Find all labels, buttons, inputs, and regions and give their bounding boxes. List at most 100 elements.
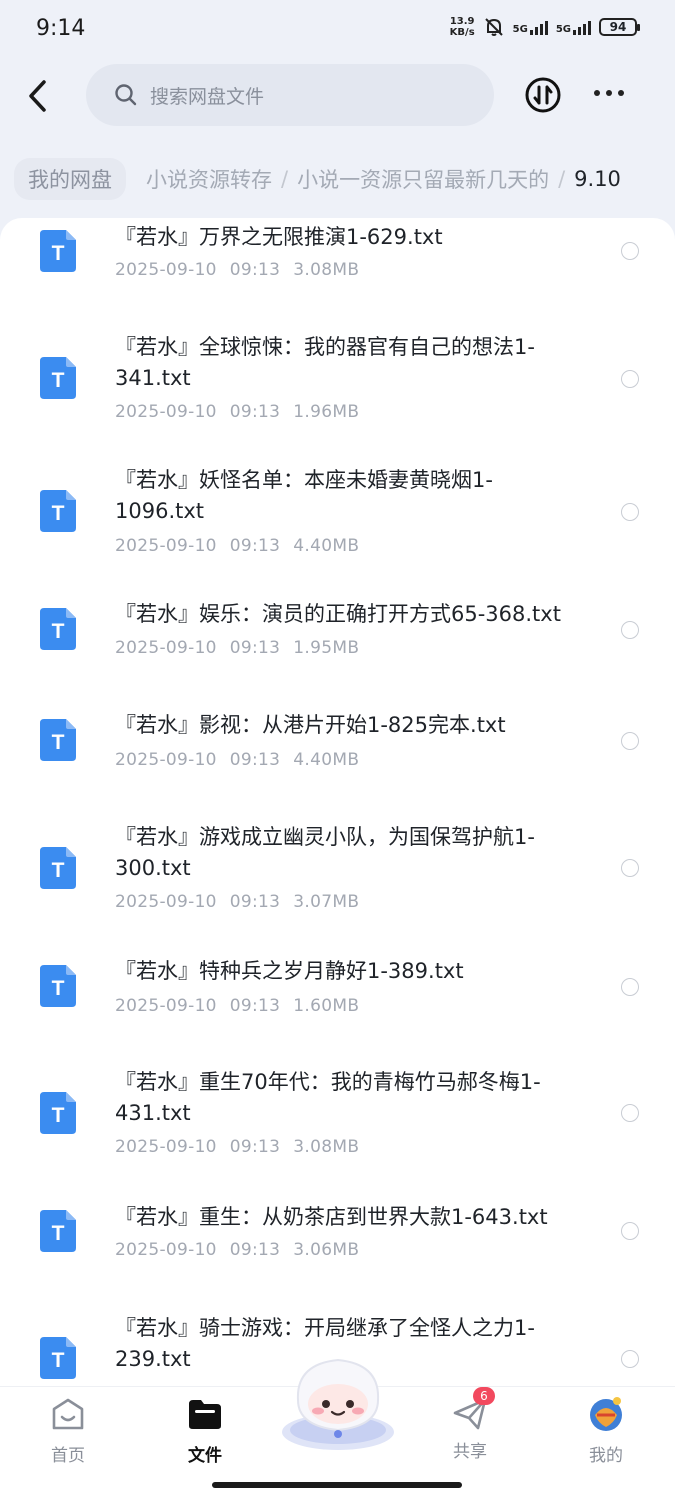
breadcrumb-root[interactable]: 我的网盘 [14,158,126,200]
file-meta: 2025-09-10 09:13 1.95MB [115,638,372,658]
signal-bars-icon [573,19,591,35]
file-date: 2025-09-10 [115,402,217,422]
top-bar: 搜索网盘文件 [0,62,675,128]
file-name: 『若水』重生：从奶茶店到世界大款1-643.txt [115,1205,548,1229]
file-time: 09:13 [229,638,281,658]
svg-text:T: T [52,977,65,1000]
file-time: 09:13 [229,402,281,422]
tab-files[interactable]: 文件 [165,1395,245,1466]
file-meta: 2025-09-10 09:13 3.08MB [115,1137,372,1157]
transfer-icon[interactable] [524,76,562,114]
svg-text:T: T [52,242,65,265]
txt-file-icon: T [40,1092,76,1134]
file-time: 09:13 [229,750,281,770]
select-checkbox[interactable] [621,1350,639,1368]
tab-label: 共享 [453,1442,487,1462]
file-name: 『若水』影视：从港片开始1-825完本.txt [115,713,506,737]
select-checkbox[interactable] [621,978,639,996]
file-date: 2025-09-10 [115,996,217,1016]
svg-text:T: T [52,1104,65,1127]
file-meta: 2025-09-10 09:13 1.60MB [115,996,372,1016]
txt-file-icon: T [40,357,76,399]
file-name: 『若水』万界之无限推演1-629.txt [115,225,443,249]
file-meta: 2025-09-10 09:13 4.40MB [115,536,372,556]
file-time: 09:13 [229,996,281,1016]
file-date: 2025-09-10 [115,1240,217,1260]
svg-text:T: T [52,620,65,643]
more-icon[interactable] [594,90,624,96]
file-size: 3.08MB [293,260,360,280]
svg-text:T: T [52,502,65,525]
select-checkbox[interactable] [621,621,639,639]
file-name: 『若水』游戏成立幽灵小队，为国保驾护航1-300.txt [115,825,535,880]
file-date: 2025-09-10 [115,638,217,658]
select-checkbox[interactable] [621,732,639,750]
select-checkbox[interactable] [621,1222,639,1240]
tab-label: 我的 [589,1446,623,1466]
search-icon [115,84,137,106]
select-checkbox[interactable] [621,242,639,260]
txt-file-icon: T [40,608,76,650]
select-checkbox[interactable] [621,1104,639,1122]
breadcrumb: 我的网盘 小说资源转存 / 小说一资源只留最新几天的 / 9.10 [0,154,675,204]
tab-mine[interactable]: 我的 [566,1395,646,1466]
tab-share[interactable]: 6 共享 [430,1387,510,1462]
status-icons: 13.9 KB/s 5G 5G 94 [450,16,640,38]
select-checkbox[interactable] [621,859,639,877]
breadcrumb-current: 9.10 [574,167,621,191]
file-date: 2025-09-10 [115,750,217,770]
status-bar: 9:14 13.9 KB/s 5G 5G 94 [0,0,675,60]
svg-text:T: T [52,369,65,392]
file-date: 2025-09-10 [115,536,217,556]
file-name: 『若水』重生70年代：我的青梅竹马郝冬梅1-431.txt [115,1070,541,1125]
avatar-icon [590,1397,622,1431]
home-icon [52,1398,84,1430]
file-name: 『若水』妖怪名单：本座未婚妻黄晓烟1-1096.txt [115,468,493,523]
txt-file-icon: T [40,719,76,761]
select-checkbox[interactable] [621,503,639,521]
file-time: 09:13 [229,536,281,556]
mascot-icon[interactable] [276,1354,400,1454]
file-size: 4.40MB [293,536,360,556]
status-time: 9:14 [36,16,86,41]
tab-label: 首页 [51,1446,85,1466]
file-size: 1.95MB [293,638,360,658]
txt-file-icon: T [40,847,76,889]
file-size: 3.07MB [293,892,360,912]
tab-home[interactable]: 首页 [28,1395,108,1466]
svg-text:T: T [52,1222,65,1245]
file-date: 2025-09-10 [115,260,217,280]
folder-icon [189,1400,221,1429]
file-date: 2025-09-10 [115,892,217,912]
file-meta: 2025-09-10 09:13 3.07MB [115,892,372,912]
file-list: T 『若水』万界之无限推演1-629.txt 2025-09-10 09:13 3.08… [0,218,675,1386]
signal-bars-icon [529,19,548,35]
search-input[interactable]: 搜索网盘文件 [86,64,494,126]
breadcrumb-item[interactable]: 小说一资源只留最新几天的 [297,164,549,194]
file-name: 『若水』娱乐：演员的正确打开方式65-368.txt [115,602,561,626]
battery-indicator: 94 [599,18,640,36]
svg-text:T: T [52,1349,65,1372]
txt-file-icon: T [40,965,76,1007]
svg-text:T: T [52,859,65,882]
file-time: 09:13 [229,1240,281,1260]
file-size: 4.40MB [293,750,360,770]
breadcrumb-separator: / [281,167,289,191]
breadcrumb-separator: / [558,167,566,191]
file-size: 1.96MB [293,402,360,422]
file-size: 1.60MB [293,996,360,1016]
file-size: 3.06MB [293,1240,360,1260]
search-placeholder: 搜索网盘文件 [150,85,265,108]
txt-file-icon: T [40,490,76,532]
tab-label: 文件 [188,1446,222,1466]
breadcrumb-item[interactable]: 小说资源转存 [146,164,272,194]
home-indicator [212,1482,462,1488]
file-name: 『若水』全球惊悚：我的器官有自己的想法1-341.txt [115,335,535,390]
select-checkbox[interactable] [621,370,639,388]
file-time: 09:13 [229,892,281,912]
share-icon-wrap: 6 [451,1387,495,1433]
txt-file-icon: T [40,230,76,272]
file-meta: 2025-09-10 09:13 3.08MB [115,260,372,280]
txt-file-icon: T [40,1337,76,1379]
chevron-left-icon[interactable] [22,76,54,116]
